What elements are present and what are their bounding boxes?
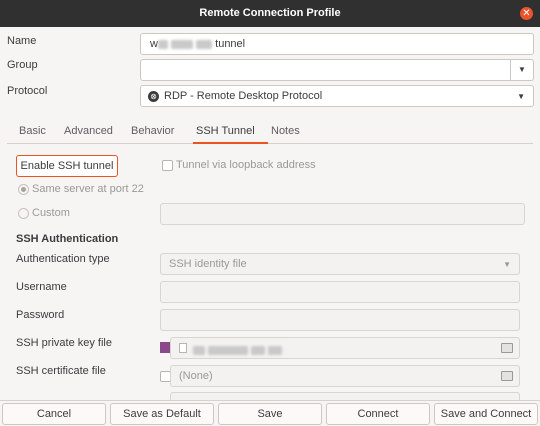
private-key-file-chooser[interactable] xyxy=(170,337,520,359)
document-icon xyxy=(179,343,187,353)
title-bar: Remote Connection Profile ✕ xyxy=(0,0,540,27)
connect-button[interactable]: Connect xyxy=(326,403,430,425)
loopback-label: Tunnel via loopback address xyxy=(176,159,316,171)
protocol-label: Protocol xyxy=(7,85,48,97)
loopback-checkbox[interactable] xyxy=(162,160,173,171)
username-field[interactable] xyxy=(160,281,520,303)
group-label: Group xyxy=(7,59,38,71)
certificate-label: SSH certificate file xyxy=(16,365,106,377)
redacted-text xyxy=(193,345,205,355)
name-label: Name xyxy=(7,35,37,47)
chevron-down-icon: ▼ xyxy=(517,92,525,101)
private-key-filename xyxy=(193,344,283,356)
custom-label: Custom xyxy=(32,207,70,219)
auth-type-value: SSH identity file xyxy=(169,258,247,270)
same-server-radio[interactable] xyxy=(18,184,29,195)
redacted-text xyxy=(208,345,249,355)
password-label: Password xyxy=(16,309,65,321)
active-tab-indicator xyxy=(193,142,268,144)
password-field[interactable] xyxy=(160,309,520,331)
tab-ssh-tunnel[interactable]: SSH Tunnel xyxy=(196,125,255,137)
redacted-text xyxy=(268,345,283,355)
name-value-suffix: tunnel xyxy=(215,38,246,50)
certificate-value: (None) xyxy=(179,370,213,382)
close-icon[interactable]: ✕ xyxy=(520,7,533,20)
custom-server-field[interactable] xyxy=(160,203,525,225)
name-value-prefix: w xyxy=(150,38,158,50)
tab-basic[interactable]: Basic xyxy=(19,125,46,137)
custom-radio[interactable] xyxy=(18,208,29,219)
window-title: Remote Connection Profile xyxy=(199,7,341,19)
name-field[interactable]: w tunnel xyxy=(140,33,534,55)
cancel-button[interactable]: Cancel xyxy=(2,403,106,425)
group-dropdown-button[interactable]: ▼ xyxy=(510,59,534,81)
redacted-text xyxy=(196,39,213,49)
tab-advanced[interactable]: Advanced xyxy=(64,125,113,137)
certificate-file-chooser[interactable]: (None) xyxy=(170,365,520,387)
protocol-value: RDP - Remote Desktop Protocol xyxy=(164,90,323,102)
rdp-protocol-icon: ⊗ xyxy=(148,91,159,102)
redacted-text xyxy=(171,39,194,49)
tab-behavior[interactable]: Behavior xyxy=(131,125,174,137)
folder-icon[interactable] xyxy=(501,343,513,353)
chevron-down-icon: ▼ xyxy=(503,260,511,269)
ssh-authentication-heading: SSH Authentication xyxy=(16,233,119,245)
save-as-default-button[interactable]: Save as Default xyxy=(110,403,214,425)
username-label: Username xyxy=(16,281,67,293)
same-server-label: Same server at port 22 xyxy=(32,183,144,195)
private-key-label: SSH private key file xyxy=(16,337,112,349)
tab-notes[interactable]: Notes xyxy=(271,125,300,137)
group-field[interactable] xyxy=(140,59,511,81)
folder-icon[interactable] xyxy=(501,371,513,381)
tab-bar: Basic Advanced Behavior SSH Tunnel Notes xyxy=(7,120,533,144)
chevron-down-icon: ▼ xyxy=(518,65,526,74)
enable-ssh-tunnel-toggle[interactable]: Enable SSH tunnel xyxy=(16,155,118,177)
protocol-select[interactable]: ⊗ RDP - Remote Desktop Protocol ▼ xyxy=(140,85,534,107)
auth-type-label: Authentication type xyxy=(16,253,110,265)
save-and-connect-button[interactable]: Save and Connect xyxy=(434,403,538,425)
redacted-text xyxy=(251,345,266,355)
dialog-action-bar: Cancel Save as Default Save Connect Save… xyxy=(0,400,540,426)
redacted-text xyxy=(157,39,168,49)
save-button[interactable]: Save xyxy=(218,403,322,425)
auth-type-select[interactable]: SSH identity file ▼ xyxy=(160,253,520,275)
